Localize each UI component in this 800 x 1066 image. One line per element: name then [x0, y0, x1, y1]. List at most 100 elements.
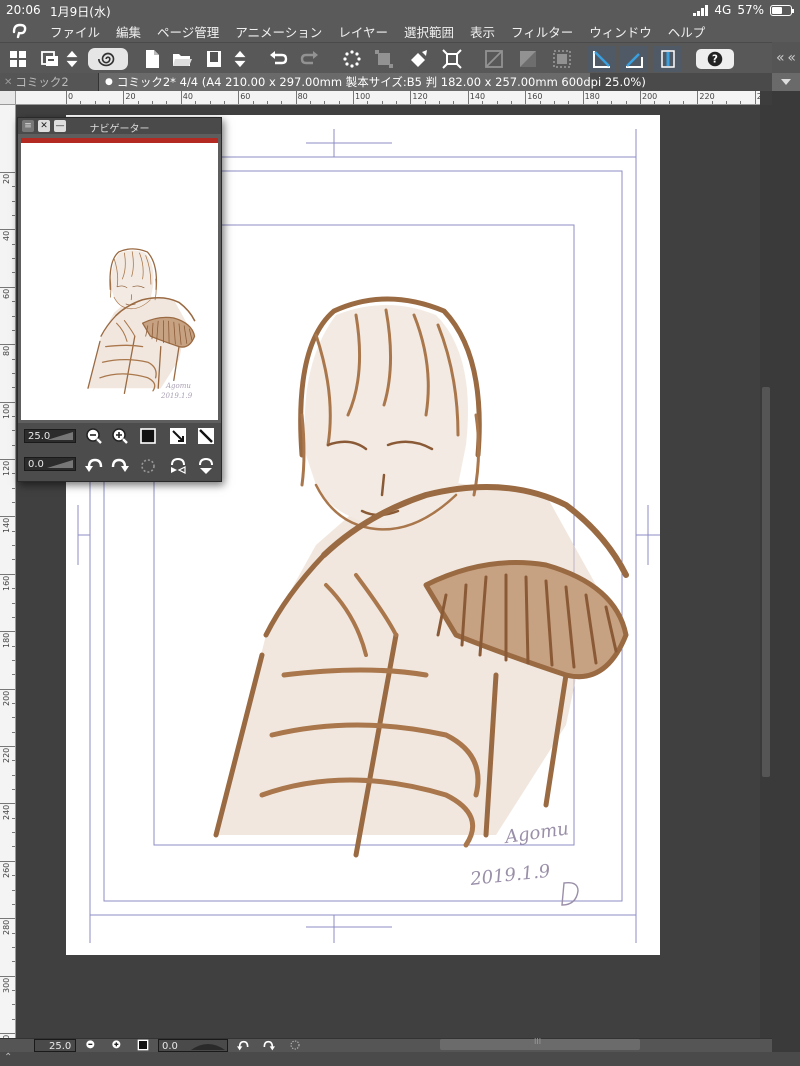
bottom-rotation-field[interactable]: 0.0	[158, 1039, 228, 1052]
actual-size-icon[interactable]	[138, 426, 158, 446]
horizontal-ruler[interactable]: 0 20 40 60 80 100 120 140 160 180 200 220 240	[16, 91, 760, 105]
redo-icon[interactable]	[296, 46, 324, 72]
zoom-out-icon[interactable]	[84, 426, 104, 446]
ruler-tick	[0, 286, 15, 288]
menu-window[interactable]: ウィンドウ	[579, 22, 658, 41]
erase-selection-icon[interactable]	[338, 46, 366, 72]
reset-rotation-icon[interactable]	[138, 456, 158, 476]
clip-studio-app: 20:06 1月9日(水) 4G 57% ファイル 編集 ページ管理 アニメーシ…	[0, 0, 800, 1066]
fill-icon[interactable]	[404, 46, 432, 72]
tab-dropdown-icon[interactable]	[772, 73, 800, 91]
layers-transfer-icon[interactable]	[36, 46, 64, 72]
svg-text:2019.1.9: 2019.1.9	[160, 392, 193, 400]
flip-horizontal-icon[interactable]	[168, 456, 188, 476]
ruler-tick	[0, 746, 15, 747]
undo-icon[interactable]	[264, 46, 292, 72]
battery-label: 57%	[737, 3, 764, 17]
up-down-icon[interactable]	[62, 46, 82, 72]
help-button[interactable]: ?	[696, 49, 734, 69]
ruler-label: 0	[68, 92, 74, 101]
wedge-icon	[47, 432, 73, 440]
ruler-label: 240	[757, 92, 760, 101]
menu-page[interactable]: ページ管理	[147, 22, 225, 41]
ruler-label: 120	[412, 92, 428, 101]
rotate-left-icon[interactable]	[84, 456, 104, 476]
tab-comic2-active[interactable]: ● コミック2* 4/4 (A4 210.00 x 297.00mm 製本サイズ…	[98, 73, 646, 91]
rotation-slider[interactable]: 0.0	[24, 457, 76, 471]
navigator-titlebar[interactable]: ≡ ✕ — ナビゲーター	[18, 118, 221, 135]
ios-bottom-strip: ⌃	[0, 1052, 800, 1066]
rotate-right-icon[interactable]	[110, 456, 130, 476]
menu-bar: ファイル 編集 ページ管理 アニメーション レイヤー 選択範囲 表示 フィルター…	[0, 20, 800, 42]
save-icon[interactable]	[200, 46, 228, 72]
status-right: 4G 57%	[693, 3, 794, 17]
expand-icon[interactable]	[438, 46, 466, 72]
vertical-scrollbar[interactable]	[760, 105, 772, 1038]
new-file-icon[interactable]	[138, 46, 166, 72]
character-sketch	[213, 296, 629, 858]
ruler-label: 160	[527, 92, 543, 101]
navigator-panel[interactable]: ≡ ✕ — ナビゲーター Agomu 2019.1.9 25.0 0.0	[17, 117, 222, 482]
tab-label: コミック2* 4/4 (A4 210.00 x 297.00mm 製本サイズ:B…	[116, 75, 646, 89]
menu-file[interactable]: ファイル	[40, 22, 106, 41]
collapse-right-icon[interactable]: « «	[772, 42, 800, 73]
clip-studio-logo-icon[interactable]	[0, 20, 40, 42]
grid-icon[interactable]	[4, 46, 32, 72]
transform-icon[interactable]	[370, 46, 398, 72]
clear-icon[interactable]	[480, 46, 508, 72]
scroll-thumb[interactable]	[762, 387, 770, 777]
ruler-label: 180	[2, 632, 11, 649]
ruler-tick	[0, 803, 15, 805]
fit-width-icon[interactable]	[196, 426, 216, 446]
fit-page-icon[interactable]	[168, 426, 188, 446]
zoom-slider[interactable]: 25.0	[24, 429, 76, 443]
ruler-label: 40	[2, 231, 11, 242]
ruler-snap-icon[interactable]	[588, 46, 616, 72]
menu-edit[interactable]: 編集	[106, 22, 147, 41]
spiral-logo-icon[interactable]	[88, 48, 128, 70]
tab-comic2[interactable]: ✕ コミック2	[0, 73, 98, 91]
fill-gray-icon[interactable]	[514, 46, 542, 72]
wedge-icon	[47, 460, 73, 468]
bottom-zoom-field[interactable]: 25.0	[34, 1039, 76, 1052]
menu-animation[interactable]: アニメーション	[225, 22, 328, 41]
collapse-up-icon[interactable]: ⌃	[4, 1052, 12, 1063]
ruler-tick	[0, 573, 15, 575]
ruler-label: 160	[2, 575, 11, 591]
ruler-label: 140	[2, 518, 11, 534]
menu-filter[interactable]: フィルター	[501, 22, 579, 41]
navigator-title: ナビゲーター	[89, 124, 150, 135]
menu-layer[interactable]: レイヤー	[328, 22, 394, 41]
ruler-tick	[0, 631, 15, 633]
ruler-tick	[238, 91, 240, 104]
status-bar: 20:06 1月9日(水) 4G 57%	[0, 0, 800, 20]
ruler-label: 280	[2, 919, 11, 936]
ruler-tick	[697, 91, 699, 104]
zoom-in-icon[interactable]	[110, 426, 130, 446]
navigator-preview[interactable]: Agomu 2019.1.9	[21, 143, 218, 420]
ruler-tick	[640, 91, 641, 104]
network-label: 4G	[714, 3, 732, 17]
vertical-ruler[interactable]: 20 40 60 80 100 120 140 160 180 200 220 240 260 280 30…	[0, 105, 16, 1038]
menu-selection[interactable]: 選択範囲	[394, 22, 460, 41]
pen-snap-icon[interactable]	[654, 46, 682, 72]
ruler-tick	[467, 91, 469, 104]
svg-text:Agomu: Agomu	[502, 818, 570, 848]
close-tab-icon[interactable]: ✕	[4, 77, 12, 88]
svg-text:?: ?	[712, 55, 718, 66]
select-all-icon[interactable]	[548, 46, 576, 72]
ruler-tick	[0, 229, 15, 231]
menu-view[interactable]: 表示	[460, 22, 501, 41]
svg-text:2019.1.9: 2019.1.9	[468, 861, 551, 890]
horizontal-scrollbar-thumb[interactable]: III	[440, 1037, 640, 1050]
line-snap-icon[interactable]	[620, 46, 648, 72]
ruler-tick	[0, 459, 15, 460]
menu-help[interactable]: ヘルプ	[658, 22, 712, 41]
open-folder-icon[interactable]	[168, 46, 196, 72]
ruler-label: 100	[355, 92, 371, 101]
ruler-label: 300	[2, 977, 11, 993]
ruler-label: 140	[469, 92, 486, 101]
up-down-icon[interactable]	[230, 46, 250, 72]
ruler-tick	[410, 91, 412, 104]
flip-vertical-icon[interactable]	[196, 456, 216, 476]
